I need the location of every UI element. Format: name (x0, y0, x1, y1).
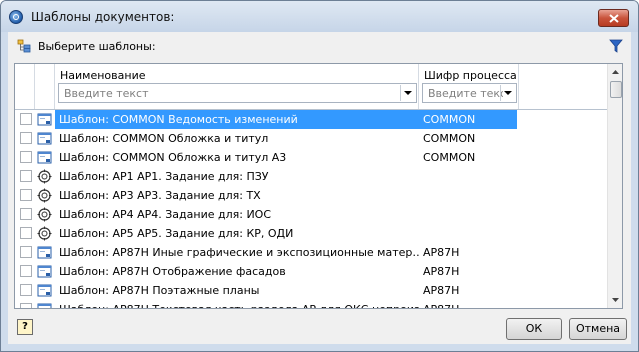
check-column-header (15, 64, 35, 109)
document-icon (37, 112, 52, 127)
select-templates-label: Выберите шаблоны: (38, 40, 156, 53)
icon-column-header (35, 64, 55, 109)
row-checkbox[interactable] (20, 189, 32, 201)
template-name: Шаблон: АР87Н Текстовая часть раздела АР… (59, 303, 419, 308)
close-button[interactable] (598, 9, 629, 27)
template-row[interactable]: Шаблон: АР1 АР1. Задание для: ПЗУ (15, 167, 607, 186)
row-checkbox[interactable] (20, 208, 32, 220)
close-icon (609, 14, 619, 23)
code-column-header[interactable]: Шифр процесса Введите текс (419, 64, 519, 109)
dialog-body: Выберите шаблоны: Наименование Введите т… (8, 32, 631, 344)
task-template-icon (37, 188, 52, 203)
document-icon (37, 264, 52, 279)
template-name: Шаблон: АР5 АР5. Задание для: КР, ОДИ (59, 227, 294, 240)
template-name: Шаблон: АР87Н Иные графические и экспози… (59, 246, 419, 259)
templates-dialog: Шаблоны документов: Выберите шаблоны: На… (0, 0, 639, 352)
name-filter-input[interactable]: Введите текст (58, 83, 417, 103)
task-template-icon (37, 169, 52, 184)
template-name: Шаблон: COMMON Ведомость изменений (59, 113, 298, 126)
window-title: Шаблоны документов: (31, 10, 175, 24)
templates-grid: Наименование Введите текст Шифр процесса… (14, 63, 623, 309)
name-column-label: Наименование (60, 69, 146, 82)
process-code: COMMON (423, 151, 476, 164)
task-template-icon (37, 226, 52, 241)
cancel-button[interactable]: Отмена (569, 318, 627, 340)
template-row[interactable]: Шаблон: АР87Н Поэтажные планы АР87Н (15, 281, 607, 300)
template-row[interactable]: Шаблон: АР3 АР3. Задание для: ТХ (15, 186, 607, 205)
template-row[interactable]: Шаблон: АР87Н Отображение фасадов АР87Н (15, 262, 607, 281)
scroll-up-button[interactable] (608, 64, 622, 80)
row-checkbox[interactable] (20, 227, 32, 239)
template-row[interactable]: Шаблон: АР5 АР5. Задание для: КР, ОДИ (15, 224, 607, 243)
task-template-icon (37, 207, 52, 222)
vertical-scrollbar[interactable] (607, 64, 622, 308)
template-row[interactable]: Шаблон: COMMON Ведомость изменений COMMON (15, 110, 607, 129)
row-checkbox[interactable] (20, 265, 32, 277)
template-name: Шаблон: COMMON Обложка и титул (59, 132, 269, 145)
tree-templates-icon (17, 39, 31, 53)
template-name: Шаблон: АР87Н Отображение фасадов (59, 265, 286, 278)
row-checkbox[interactable] (20, 303, 32, 308)
column-header-row: Наименование Введите текст Шифр процесса… (15, 64, 607, 110)
code-filter-dropdown[interactable] (500, 85, 515, 101)
document-icon (37, 302, 52, 308)
code-filter-input[interactable]: Введите текс (422, 83, 517, 103)
template-row[interactable]: Шаблон: COMMON Обложка и титул А3 COMMON (15, 148, 607, 167)
template-row[interactable]: Шаблон: АР87Н Текстовая часть раздела АР… (15, 300, 607, 308)
process-code: COMMON (423, 132, 476, 145)
arrow-up-icon (612, 70, 619, 74)
title-bar: Шаблоны документов: (1, 1, 638, 32)
app-icon (9, 10, 23, 24)
code-column-label: Шифр процесса (424, 69, 517, 82)
row-checkbox[interactable] (20, 170, 32, 182)
template-name: Шаблон: АР3 АР3. Задание для: ТХ (59, 189, 261, 202)
process-code: АР87Н (423, 246, 460, 259)
chevron-down-icon (404, 91, 412, 95)
filter-icon[interactable] (609, 39, 623, 53)
template-row[interactable]: Шаблон: COMMON Обложка и титул COMMON (15, 129, 607, 148)
name-column-header[interactable]: Наименование Введите текст (55, 64, 419, 109)
process-code: АР87Н (423, 303, 459, 308)
template-row[interactable]: Шаблон: АР87Н Иные графические и экспози… (15, 243, 607, 262)
ok-button[interactable]: ОК (506, 318, 562, 340)
arrow-down-icon (612, 298, 619, 302)
row-checkbox[interactable] (20, 132, 32, 144)
document-icon (37, 150, 52, 165)
row-checkbox[interactable] (20, 246, 32, 258)
template-name: Шаблон: АР87Н Поэтажные планы (59, 284, 260, 297)
process-code: COMMON (423, 113, 476, 126)
name-filter-dropdown[interactable] (400, 85, 415, 101)
chevron-down-icon (504, 91, 512, 95)
template-name: Шаблон: АР4 АР4. Задание для: ИОС (59, 208, 272, 221)
template-name: Шаблон: COMMON Обложка и титул А3 (59, 151, 287, 164)
template-row[interactable]: Шаблон: АР4 АР4. Задание для: ИОС (15, 205, 607, 224)
document-icon (37, 131, 52, 146)
help-button[interactable]: ? (17, 319, 33, 335)
process-code: АР87Н (423, 284, 460, 297)
template-name: Шаблон: АР1 АР1. Задание для: ПЗУ (59, 170, 269, 183)
row-checkbox[interactable] (20, 113, 32, 125)
scrollbar-thumb[interactable] (610, 81, 622, 98)
document-icon (37, 245, 52, 260)
document-icon (37, 283, 52, 298)
process-code: АР87Н (423, 265, 460, 278)
name-filter-placeholder: Введите текст (64, 87, 149, 100)
row-checkbox[interactable] (20, 151, 32, 163)
code-filter-placeholder: Введите текс (428, 87, 503, 100)
scroll-down-button[interactable] (608, 292, 622, 308)
row-checkbox[interactable] (20, 284, 32, 296)
